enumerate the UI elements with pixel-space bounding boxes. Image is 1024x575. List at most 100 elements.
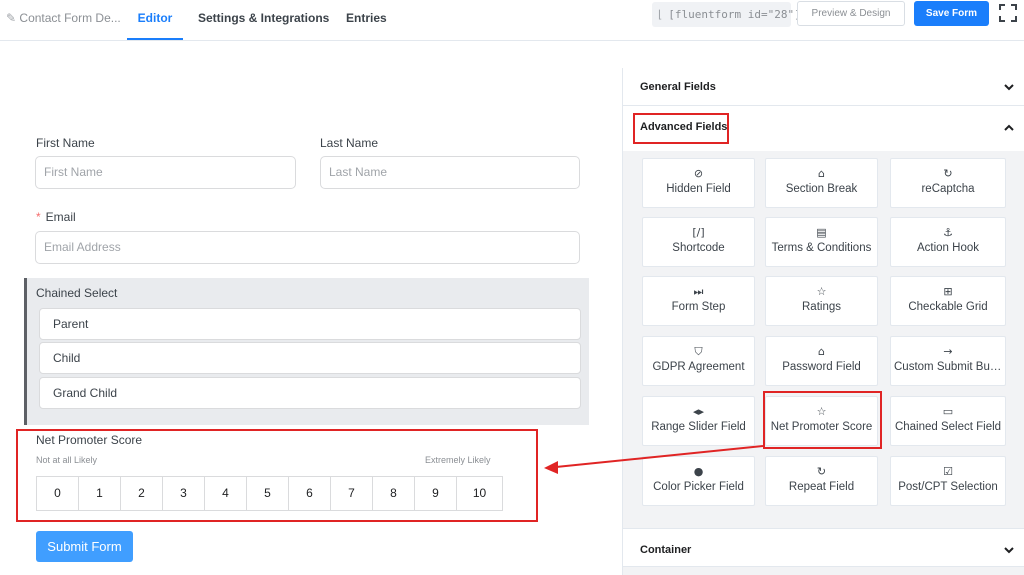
first-name-input[interactable]: First Name	[35, 156, 296, 189]
field-card-label: Action Hook	[916, 242, 979, 254]
chained-select-child[interactable]: Child	[39, 342, 581, 374]
field-card-label: Repeat Field	[788, 481, 855, 493]
form-step-icon: ⏭	[693, 285, 704, 298]
field-card-label: Chained Select Field	[894, 421, 1002, 433]
range-icon: ◂▸	[692, 405, 705, 418]
chained-select-label: Chained Select	[36, 286, 118, 300]
nps-option-3[interactable]: 3	[162, 476, 205, 511]
field-card-label: Color Picker Field	[653, 481, 744, 493]
field-card-label: Ratings	[802, 301, 841, 313]
nps-option-9[interactable]: 9	[414, 476, 457, 511]
required-asterisk: *	[36, 210, 41, 224]
nps-option-10[interactable]: 10	[456, 476, 503, 511]
field-card-label: Custom Submit Butt...	[894, 361, 1002, 373]
preview-design-button[interactable]: Preview & Design	[797, 1, 905, 26]
field-card-label: Terms & Conditions	[771, 242, 872, 254]
email-input[interactable]: Email Address	[35, 231, 580, 264]
field-card-label: Hidden Field	[666, 183, 731, 195]
repeat-icon: ↻	[816, 465, 827, 478]
tab-entries[interactable]: Entries	[346, 0, 387, 40]
fullscreen-icon[interactable]	[998, 3, 1018, 23]
advanced-fields-highlight-box	[633, 113, 729, 144]
field-card-label: Checkable Grid	[908, 301, 988, 313]
nps-label: Net Promoter Score	[36, 433, 143, 447]
post-icon: ☑	[943, 465, 953, 478]
general-fields-title: General Fields	[640, 81, 716, 93]
field-card-label: Shortcode	[672, 242, 725, 254]
chevron-down-icon	[1004, 84, 1014, 91]
submit-form-button[interactable]: Submit Form	[36, 531, 133, 562]
section-break-icon: ⌂	[818, 167, 825, 180]
clipboard-icon: ⌊	[658, 8, 663, 21]
shortcode-copy[interactable]: ⌊ [fluentform id="28"]	[652, 2, 801, 27]
tab-form-name-label: Contact Form De...	[19, 11, 121, 25]
field-card-label: Section Break	[785, 183, 858, 195]
nps-option-2[interactable]: 2	[120, 476, 163, 511]
nps-high-label: Extremely Likely	[425, 455, 491, 465]
field-card-form-step[interactable]: ⏭ Form Step	[642, 276, 755, 326]
field-card-recaptcha[interactable]: ↻ reCaptcha	[890, 158, 1006, 208]
field-card-action-hook[interactable]: ⚓ Action Hook	[890, 217, 1006, 267]
field-card-hidden-field[interactable]: ⊘ Hidden Field	[642, 158, 755, 208]
last-name-label: Last Name	[320, 136, 379, 150]
field-card-repeat-field[interactable]: ↻ Repeat Field	[765, 456, 878, 506]
field-palette-panel: General Fields Advanced Fields ⊘ Hidden F…	[622, 68, 1024, 575]
field-card-ratings[interactable]: ☆ Ratings	[765, 276, 878, 326]
top-bar: ✎ Contact Form De... Editor Settings & I…	[0, 0, 1024, 41]
container-header[interactable]: Container	[623, 528, 1024, 567]
arrow-right-icon: →	[943, 345, 953, 358]
shield-icon: ⛉	[694, 345, 703, 358]
first-name-label: First Name	[36, 136, 95, 150]
field-card-shortcode[interactable]: [/] Shortcode	[642, 217, 755, 267]
chained-select-parent[interactable]: Parent	[39, 308, 581, 340]
field-card-password-field[interactable]: ⌂ Password Field	[765, 336, 878, 386]
tab-editor[interactable]: Editor	[127, 0, 183, 40]
nps-card-highlight-box	[763, 391, 882, 449]
last-name-input[interactable]: Last Name	[320, 156, 580, 189]
star-icon: ☆	[816, 285, 827, 298]
nps-low-label: Not at all Likely	[36, 455, 98, 465]
link-icon: ▭	[942, 405, 954, 418]
terms-icon: ▤	[816, 226, 827, 239]
chained-select-grand-child[interactable]: Grand Child	[39, 377, 581, 409]
chained-select-block[interactable]: Chained Select Parent Child Grand Child	[24, 278, 589, 425]
email-label-text: Email	[45, 210, 76, 224]
field-card-custom-submit-butt[interactable]: → Custom Submit Butt...	[890, 336, 1006, 386]
shortcode-icon: [/]	[692, 226, 705, 239]
nps-option-8[interactable]: 8	[372, 476, 415, 511]
edit-pencil-icon: ✎	[6, 11, 17, 25]
general-fields-header[interactable]: General Fields	[623, 68, 1024, 106]
container-title: Container	[640, 544, 692, 556]
nps-option-5[interactable]: 5	[246, 476, 289, 511]
recaptcha-icon: ↻	[943, 167, 953, 180]
tab-settings-integrations[interactable]: Settings & Integrations	[198, 0, 329, 40]
field-card-color-picker-field[interactable]: ● Color Picker Field	[642, 456, 755, 506]
nps-option-6[interactable]: 6	[288, 476, 331, 511]
chevron-down-icon	[1004, 547, 1014, 554]
field-card-chained-select-field[interactable]: ▭ Chained Select Field	[890, 396, 1006, 446]
email-label: * Email	[36, 210, 76, 224]
field-card-section-break[interactable]: ⌂ Section Break	[765, 158, 878, 208]
field-card-label: GDPR Agreement	[652, 361, 745, 373]
shortcode-text: [fluentform id="28"]	[668, 8, 801, 21]
save-form-button[interactable]: Save Form	[914, 1, 989, 26]
field-card-range-slider-field[interactable]: ◂▸ Range Slider Field	[642, 396, 755, 446]
hook-icon: ⚓	[943, 226, 953, 239]
field-card-label: Post/CPT Selection	[898, 481, 998, 493]
nps-option-0[interactable]: 0	[36, 476, 79, 511]
field-card-terms-conditions[interactable]: ▤ Terms & Conditions	[765, 217, 878, 267]
field-card-label: reCaptcha	[921, 183, 975, 195]
grid-icon: ⊞	[943, 285, 953, 298]
field-card-gdpr-agreement[interactable]: ⛉ GDPR Agreement	[642, 336, 755, 386]
nps-option-4[interactable]: 4	[204, 476, 247, 511]
tab-form-name[interactable]: ✎ Contact Form De...	[6, 0, 121, 40]
nps-option-1[interactable]: 1	[78, 476, 121, 511]
lock-icon: ⌂	[818, 345, 825, 358]
field-card-label: Form Step	[671, 301, 726, 313]
field-card-checkable-grid[interactable]: ⊞ Checkable Grid	[890, 276, 1006, 326]
field-card-label: Range Slider Field	[651, 421, 746, 433]
droplet-icon: ●	[693, 465, 704, 478]
field-card-post-cpt-selection[interactable]: ☑ Post/CPT Selection	[890, 456, 1006, 506]
eye-slash-icon: ⊘	[693, 167, 704, 180]
nps-option-7[interactable]: 7	[330, 476, 373, 511]
